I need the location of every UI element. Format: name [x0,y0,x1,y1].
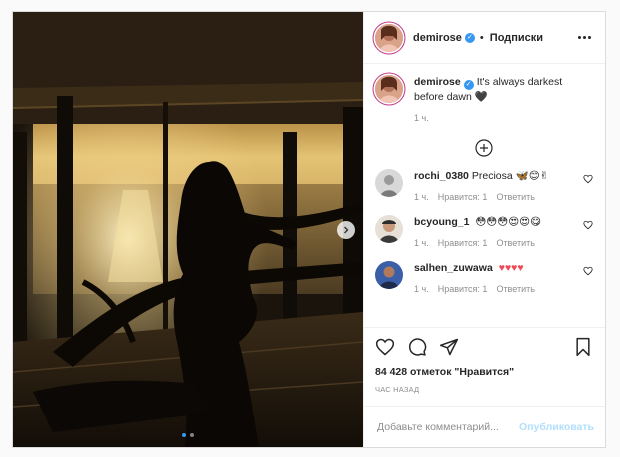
comment-time[interactable]: 1 ч. [414,192,429,202]
load-more-comments[interactable] [375,139,593,157]
share-paper-plane-icon[interactable] [439,337,459,357]
sunset-silhouette-image [13,12,363,447]
reply-button[interactable]: Ответить [496,238,534,248]
comment-text: bcyoung_1 😳😳😳😍😍😋 [414,215,583,229]
caption-text: demirose ✓ It's always darkest before dawn… [414,75,593,104]
author-username[interactable]: demirose [413,32,462,44]
comment-bubble-icon[interactable] [407,337,427,357]
like-comment-heart-icon[interactable] [583,266,593,276]
comments-list: demirose ✓ It's always darkest before dawn… [364,64,605,327]
more-options-icon[interactable] [574,32,595,43]
like-heart-icon[interactable] [375,337,395,357]
comment-likes[interactable]: Нравится: 1 [438,192,488,202]
comment-emojis: 🦋😊✌ [515,170,549,182]
commenter-avatar[interactable] [375,261,403,289]
caption-author-avatar[interactable] [375,75,403,103]
post-header: demirose ✓ • Подписки [364,12,605,64]
comment-item: bcyoung_1 😳😳😳😍😍😋 1 ч. Нравится: 1 Ответи… [375,215,593,248]
comment-emojis: 😳😳😳😍😍😋 [475,216,542,228]
comment-emojis: ♥♥♥♥ [498,262,524,274]
comment-text: salhen_zuwawa ♥♥♥♥ [414,261,583,275]
avatar-image [375,23,403,52]
header-separator: • [479,31,484,44]
avatar-image [375,75,403,103]
avatar-image [375,261,403,289]
comment-body: salhen_zuwawa ♥♥♥♥ 1 ч. Нравится: 1 Отве… [414,261,583,294]
caption-time[interactable]: 1 ч. [414,113,429,123]
verified-badge-icon: ✓ [464,32,475,43]
comment-time[interactable]: 1 ч. [414,284,429,294]
comment-text: rochi_0380 Preciosa 🦋😊✌ [414,169,583,183]
post-timestamp[interactable]: ЧАС НАЗАД [375,385,593,394]
commenter-avatar[interactable] [375,169,403,197]
reply-button[interactable]: Ответить [496,284,534,294]
black-heart-emoji: 🖤 [474,91,488,103]
commenter-avatar[interactable] [375,215,403,243]
caption-username[interactable]: demirose [414,76,461,88]
reply-button[interactable]: Ответить [496,192,534,202]
verified-badge-icon: ✓ [463,80,474,90]
comment-username[interactable]: bcyoung_1 [414,216,469,228]
comment-body: rochi_0380 Preciosa 🦋😊✌ 1 ч. Нравится: 1 … [414,169,583,202]
chevron-right-icon [344,226,349,234]
like-comment-heart-icon[interactable] [583,220,593,230]
comment-meta: 1 ч. Нравится: 1 Ответить [414,284,583,294]
comment-time[interactable]: 1 ч. [414,238,429,248]
post-photo[interactable] [13,12,363,447]
carousel-indicator [13,433,363,437]
carousel-next-button[interactable] [337,221,355,239]
carousel-dot-active [182,433,186,437]
avatar-image [375,215,403,243]
bookmark-icon[interactable] [573,337,593,357]
comment-username[interactable]: salhen_zuwawa [414,262,493,274]
comment-content: Preciosa [471,170,513,182]
following-button[interactable]: Подписки [490,32,543,44]
add-comment-bar: Опубликовать [364,406,605,447]
caption-row: demirose ✓ It's always darkest before dawn… [375,75,593,123]
comment-meta: 1 ч. Нравится: 1 Ответить [414,238,583,248]
comment-item: salhen_zuwawa ♥♥♥♥ 1 ч. Нравится: 1 Отве… [375,261,593,294]
action-icons [375,336,593,358]
post-side-panel: demirose ✓ • Подписки demirose ✓ It's al… [363,12,605,447]
comment-input[interactable] [375,420,520,434]
post-card: demirose ✓ • Подписки demirose ✓ It's al… [12,11,606,448]
caption-body: demirose ✓ It's always darkest before dawn… [414,75,593,123]
likes-count[interactable]: 84 428 отметок "Нравится" [375,366,593,378]
like-comment-heart-icon[interactable] [583,174,593,184]
comment-username[interactable]: rochi_0380 [414,170,469,182]
post-actions: 84 428 отметок "Нравится" ЧАС НАЗАД [364,327,605,394]
carousel-dot [190,433,194,437]
avatar-image [375,169,403,197]
comment-meta: 1 ч. Нравится: 1 Ответить [414,192,583,202]
comment-likes[interactable]: Нравится: 1 [438,284,488,294]
comment-item: rochi_0380 Preciosa 🦋😊✌ 1 ч. Нравится: 1 … [375,169,593,202]
comment-body: bcyoung_1 😳😳😳😍😍😋 1 ч. Нравится: 1 Ответи… [414,215,583,248]
author-avatar[interactable] [375,23,403,52]
plus-circle-icon[interactable] [475,139,493,157]
comment-likes[interactable]: Нравится: 1 [438,238,488,248]
publish-button[interactable]: Опубликовать [519,421,594,433]
caption-meta: 1 ч. [414,113,593,123]
